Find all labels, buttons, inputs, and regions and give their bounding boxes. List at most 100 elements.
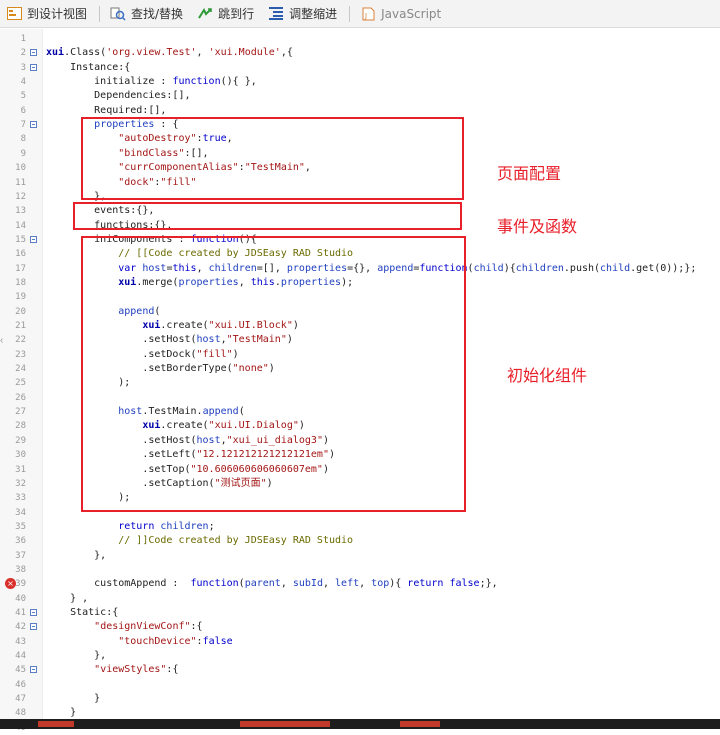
line-number: 14 bbox=[15, 220, 26, 231]
line-number: 8 bbox=[20, 134, 26, 145]
events-functions-highlight bbox=[73, 202, 462, 230]
line-number: 18 bbox=[15, 277, 26, 288]
fold-toggle-icon[interactable] bbox=[30, 49, 37, 57]
line-number: 27 bbox=[15, 407, 26, 418]
line-number: 11 bbox=[15, 177, 26, 188]
code-text: Static:{ bbox=[46, 607, 119, 618]
code-text: }, bbox=[46, 549, 107, 561]
page-config-annotation: 页面配置 bbox=[497, 164, 562, 183]
toolbar-divider bbox=[99, 5, 101, 22]
line-number: 22 bbox=[15, 335, 26, 346]
line-number: 26 bbox=[15, 392, 26, 403]
code-line[interactable]: 40 } , bbox=[0, 592, 720, 606]
language-button[interactable]: J JavaScript bbox=[354, 0, 449, 28]
page-config-highlight bbox=[81, 117, 464, 200]
line-number: 2 bbox=[20, 48, 26, 59]
fold-toggle-icon[interactable] bbox=[30, 63, 37, 71]
code-text: } bbox=[46, 693, 101, 705]
code-text: "touchDevice":false bbox=[118, 635, 233, 647]
svg-text:J: J bbox=[364, 12, 367, 20]
line-number: 42 bbox=[15, 622, 26, 633]
line-number: 41 bbox=[15, 608, 26, 618]
design-view-button[interactable]: 到设计视图 bbox=[0, 0, 95, 28]
code-line[interactable]: 43 "touchDevice":false bbox=[0, 635, 720, 649]
line-number: 44 bbox=[15, 651, 26, 662]
fold-toggle-icon[interactable] bbox=[30, 609, 37, 616]
line-number: 21 bbox=[15, 321, 26, 331]
status-indicator bbox=[38, 721, 74, 727]
line-number: 15 bbox=[15, 234, 26, 245]
goto-line-button[interactable]: 跳到行 bbox=[191, 0, 262, 28]
line-number: 19 bbox=[15, 292, 26, 303]
code-text: // ]]Code created by JDSEasy RAD Studio bbox=[46, 535, 354, 547]
line-number: 6 bbox=[20, 105, 26, 116]
line-number: 10 bbox=[15, 163, 26, 174]
line-number: 30 bbox=[15, 450, 26, 461]
line-number: 35 bbox=[15, 521, 26, 532]
line-number: 31 bbox=[15, 464, 26, 475]
code-text: xui.Class('org.view.Test', 'xui.Module',… bbox=[46, 47, 293, 59]
code-line[interactable]: 44 }, bbox=[0, 649, 720, 663]
line-number: 43 bbox=[15, 636, 26, 647]
design-view-icon bbox=[6, 6, 22, 22]
fold-toggle-icon[interactable] bbox=[30, 121, 37, 129]
init-components-annotation: 初始化组件 bbox=[507, 366, 588, 385]
status-bar bbox=[0, 719, 720, 729]
line-number: 36 bbox=[15, 536, 26, 547]
code-line[interactable]: 5 Dependencies:[], bbox=[0, 89, 720, 103]
line-number: 12 bbox=[15, 191, 26, 202]
line-number: 25 bbox=[15, 378, 26, 389]
find-replace-label: 查找/替换 bbox=[131, 7, 184, 21]
line-number: 5 bbox=[20, 91, 26, 102]
code-text: "viewStyles":{ bbox=[94, 664, 179, 676]
line-number: 4 bbox=[20, 77, 26, 88]
fold-toggle-icon[interactable] bbox=[30, 235, 37, 243]
code-line[interactable]: 4 initialize : function(){ }, bbox=[0, 75, 720, 89]
adjust-indent-button[interactable]: 调整缩进 bbox=[262, 0, 345, 28]
code-line[interactable]: 45 "viewStyles":{ bbox=[0, 663, 720, 677]
code-line[interactable]: 37 }, bbox=[0, 549, 720, 563]
line-number: 17 bbox=[15, 263, 26, 274]
code-line[interactable]: 35 return children; bbox=[0, 520, 720, 534]
collapse-arrow-icon[interactable]: ‹ bbox=[0, 335, 3, 346]
fold-toggle-icon[interactable] bbox=[30, 666, 37, 674]
code-line[interactable]: 6 Required:[], bbox=[0, 104, 720, 118]
code-line[interactable]: 1 bbox=[0, 32, 720, 46]
status-indicator bbox=[240, 721, 330, 727]
line-number: 16 bbox=[15, 249, 26, 260]
line-number: 23 bbox=[15, 349, 26, 360]
javascript-file-icon: J bbox=[360, 6, 376, 22]
code-text: Dependencies:[], bbox=[46, 90, 191, 102]
adjust-indent-label: 调整缩进 bbox=[289, 7, 338, 21]
code-line[interactable]: 46 bbox=[0, 678, 720, 692]
init-components-highlight bbox=[81, 236, 466, 512]
line-number: 47 bbox=[15, 694, 26, 705]
code-line[interactable]: 38 bbox=[0, 563, 720, 577]
code-text: Instance:{ bbox=[46, 61, 131, 73]
line-number: 32 bbox=[15, 478, 26, 489]
editor-toolbar: 到设计视图 查找/替换 跳到行 调整缩进 J JavaScript bbox=[0, 0, 720, 28]
code-text: return children; bbox=[118, 520, 215, 532]
status-indicator bbox=[400, 721, 440, 727]
line-number: 45 bbox=[15, 665, 26, 676]
line-number: 20 bbox=[15, 306, 26, 317]
code-line[interactable]: 39 × customAppend : function(parent, subI… bbox=[0, 577, 720, 591]
line-number: 29 bbox=[15, 435, 26, 446]
code-line[interactable]: 36 // ]]Code created by JDSEasy RAD Stud… bbox=[0, 534, 720, 548]
fold-toggle-icon[interactable] bbox=[30, 623, 37, 631]
code-line[interactable]: 3 Instance:{ bbox=[0, 61, 720, 75]
code-text: initialize : function(){ }, bbox=[46, 76, 257, 88]
line-number: 7 bbox=[20, 120, 26, 131]
code-text: } , bbox=[46, 592, 89, 604]
code-line[interactable]: 47 } bbox=[0, 692, 720, 706]
code-text: Required:[], bbox=[46, 104, 167, 116]
code-line[interactable]: 2 xui.Class('org.view.Test', 'xui.Module'… bbox=[0, 46, 720, 60]
find-replace-button[interactable]: 查找/替换 bbox=[104, 0, 191, 28]
code-line[interactable]: 42 "designViewConf":{ bbox=[0, 620, 720, 634]
line-number: 28 bbox=[15, 421, 26, 432]
line-number: 37 bbox=[15, 550, 26, 561]
line-number: 13 bbox=[15, 206, 26, 217]
code-line[interactable]: 41 Static:{ bbox=[0, 606, 720, 620]
goto-line-icon bbox=[197, 6, 213, 22]
code-text: customAppend : function(parent, subId, l… bbox=[46, 578, 498, 590]
